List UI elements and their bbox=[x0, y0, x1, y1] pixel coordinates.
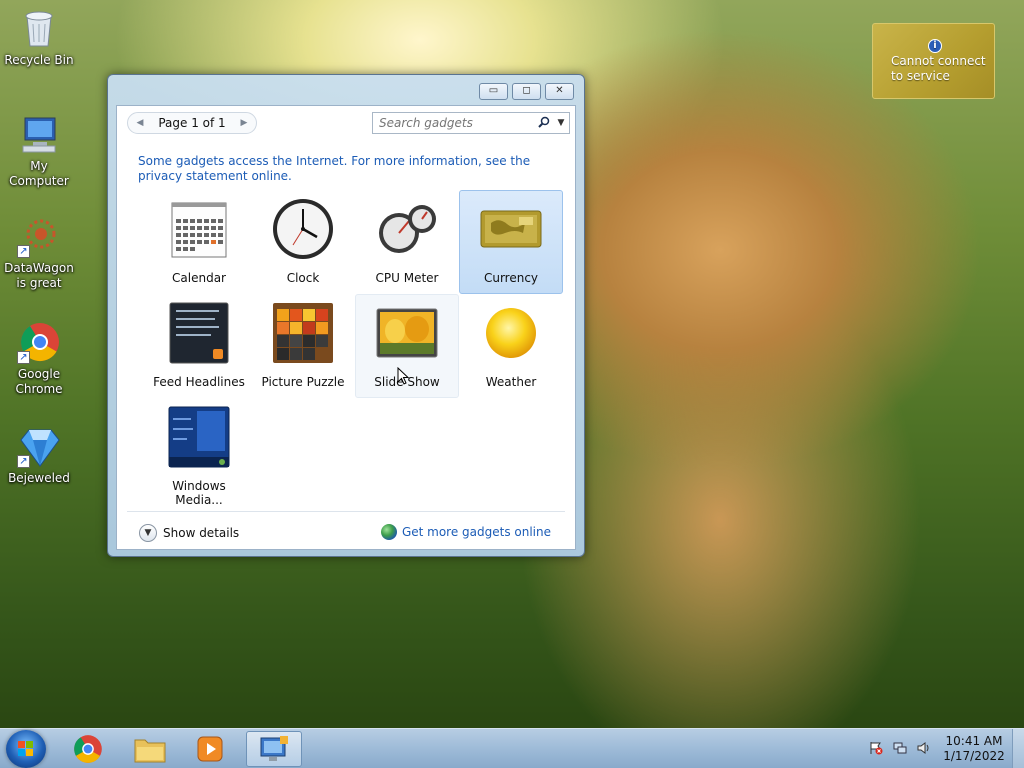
gadget-weather[interactable]: Weather bbox=[459, 294, 563, 398]
clock-icon bbox=[271, 197, 335, 261]
gadget-picture-puzzle[interactable]: Picture Puzzle bbox=[251, 294, 355, 398]
taskbar-explorer-button[interactable] bbox=[122, 731, 178, 767]
show-details-button[interactable]: ▼ Show details bbox=[139, 524, 239, 542]
feed-headlines-icon bbox=[167, 301, 231, 365]
gadget-currency[interactable]: Currency bbox=[459, 190, 563, 294]
taskbar-clock[interactable]: 10:41 AM 1/17/2022 bbox=[936, 734, 1012, 764]
chevron-down-icon: ▼ bbox=[139, 524, 157, 542]
gadget-windows-media-center[interactable]: Windows Media... bbox=[147, 398, 251, 507]
desktop-icon-recycle-bin[interactable]: Recycle Bin bbox=[2, 6, 76, 68]
info-icon: i bbox=[928, 39, 942, 53]
notification-line-2: to service bbox=[891, 69, 950, 83]
windows-logo-icon bbox=[18, 741, 33, 756]
desktop-icon-label: Google Chrome bbox=[15, 367, 63, 396]
page-label: Page 1 of 1 bbox=[158, 116, 226, 130]
calendar-icon bbox=[167, 197, 231, 261]
start-orb-button[interactable] bbox=[6, 730, 46, 768]
search-dropdown-icon[interactable]: ▼ bbox=[553, 118, 569, 128]
mouse-cursor-icon bbox=[397, 366, 410, 389]
shortcut-arrow-icon: ↗ bbox=[17, 245, 30, 258]
window-controls: ▭ ◻ ✕ bbox=[479, 83, 574, 100]
gadget-name: Clock bbox=[286, 271, 320, 285]
system-tray: 10:41 AM 1/17/2022 bbox=[864, 729, 1024, 768]
search-icon[interactable] bbox=[535, 116, 553, 131]
volume-icon[interactable] bbox=[916, 741, 932, 757]
folder-icon bbox=[134, 739, 166, 763]
gadget-gallery-content: ◀ Page 1 of 1 ▶ ▼ Some gadgets access th… bbox=[116, 105, 576, 550]
gadgets-icon bbox=[260, 736, 288, 761]
recycle-bin-icon bbox=[17, 6, 61, 50]
gadget-feed-headlines[interactable]: Feed Headlines bbox=[147, 294, 251, 398]
network-icon[interactable] bbox=[892, 741, 908, 757]
gadget-name: Weather bbox=[485, 375, 537, 389]
computer-icon bbox=[17, 112, 61, 156]
clock-time: 10:41 AM bbox=[945, 734, 1003, 748]
shortcut-arrow-icon: ↗ bbox=[17, 455, 30, 468]
bejeweled-icon: ↗ bbox=[17, 424, 61, 468]
footer-divider bbox=[127, 511, 565, 512]
maximize-button[interactable]: ◻ bbox=[512, 83, 541, 100]
gadget-name: Feed Headlines bbox=[153, 375, 245, 389]
desktop-icon-label: Recycle Bin bbox=[4, 53, 74, 67]
desktop-icon-google-chrome[interactable]: ↗ Google Chrome bbox=[2, 320, 76, 397]
gadget-cpu-meter[interactable]: CPU Meter bbox=[355, 190, 459, 294]
datawagon-icon: ↗ bbox=[17, 214, 61, 258]
gadget-name: Calendar bbox=[172, 271, 226, 285]
previous-page-button[interactable]: ◀ bbox=[132, 115, 148, 131]
show-desktop-button[interactable] bbox=[1012, 729, 1024, 768]
chrome-icon: ↗ bbox=[17, 320, 61, 364]
page-navigator: ◀ Page 1 of 1 ▶ bbox=[127, 112, 257, 134]
weather-sun-icon bbox=[479, 301, 543, 365]
gadget-name: Picture Puzzle bbox=[261, 375, 345, 389]
chrome-icon bbox=[74, 735, 102, 763]
taskbar: 10:41 AM 1/17/2022 bbox=[0, 728, 1024, 768]
search-box: ▼ bbox=[372, 112, 570, 134]
desktop-icon-my-computer[interactable]: My Computer bbox=[2, 112, 76, 189]
notification-gadget[interactable]: i Cannot connect to service bbox=[872, 23, 995, 99]
slide-show-icon bbox=[375, 301, 439, 365]
show-details-label: Show details bbox=[163, 526, 240, 540]
windows-media-center-icon bbox=[167, 405, 231, 469]
minimize-button[interactable]: ▭ bbox=[479, 83, 508, 100]
internet-notice-link[interactable]: Some gadgets access the Internet. For mo… bbox=[138, 154, 558, 184]
taskbar-media-player-button[interactable] bbox=[182, 731, 238, 767]
media-player-icon bbox=[197, 736, 223, 762]
gadget-gallery-window: ▭ ◻ ✕ ◀ Page 1 of 1 ▶ ▼ Some gadgets acc… bbox=[107, 74, 585, 557]
desktop-icon-label: Bejeweled bbox=[8, 471, 70, 485]
action-center-flag-icon[interactable] bbox=[868, 741, 884, 757]
globe-icon bbox=[380, 524, 397, 540]
gadget-clock[interactable]: Clock bbox=[251, 190, 355, 294]
next-page-button[interactable]: ▶ bbox=[236, 115, 252, 131]
taskbar-gadgets-button[interactable] bbox=[246, 731, 302, 767]
gadget-name: Currency bbox=[483, 271, 539, 285]
search-input[interactable] bbox=[373, 116, 535, 130]
currency-icon bbox=[479, 197, 543, 261]
shortcut-arrow-icon: ↗ bbox=[17, 351, 30, 364]
picture-puzzle-icon bbox=[271, 301, 335, 365]
taskbar-chrome-button[interactable] bbox=[60, 731, 116, 767]
gadget-name: Windows Media... bbox=[172, 479, 226, 507]
desktop-icon-bejeweled[interactable]: ↗ Bejeweled bbox=[2, 424, 76, 486]
gadget-name: CPU Meter bbox=[375, 271, 439, 285]
get-more-gadgets-link[interactable]: Get more gadgets online bbox=[380, 524, 551, 540]
cpu-meter-icon bbox=[375, 197, 439, 261]
desktop-icon-label: DataWagon is great bbox=[4, 261, 74, 290]
get-more-gadgets-label: Get more gadgets online bbox=[401, 525, 551, 539]
clock-date: 1/17/2022 bbox=[943, 749, 1005, 763]
close-button[interactable]: ✕ bbox=[545, 83, 574, 100]
notification-line-1: Cannot connect bbox=[891, 54, 986, 68]
desktop-icon-datawagon[interactable]: ↗ DataWagon is great bbox=[2, 214, 76, 291]
desktop-icon-label: My Computer bbox=[9, 159, 69, 188]
gadget-calendar[interactable]: Calendar bbox=[147, 190, 251, 294]
